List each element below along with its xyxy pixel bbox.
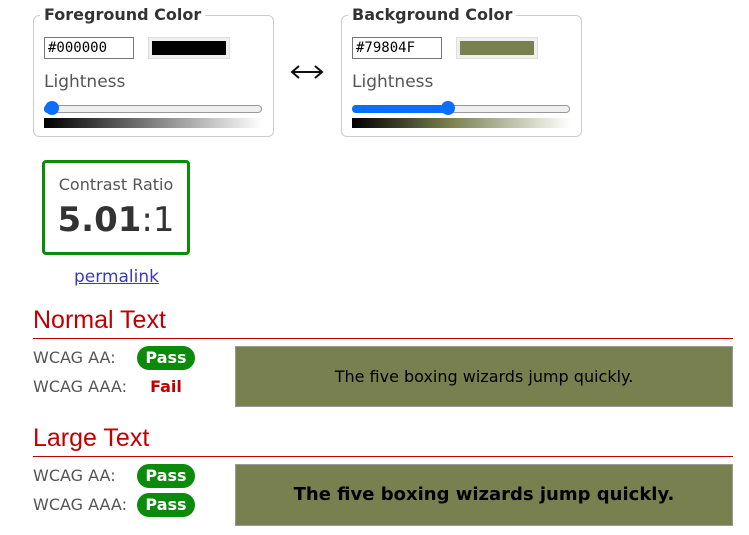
contrast-ratio-value: 5.01:1: [45, 200, 187, 240]
foreground-color-picker[interactable]: [148, 37, 230, 59]
normal-text-heading: Normal Text: [33, 306, 166, 334]
foreground-slider-thumb[interactable]: [45, 101, 59, 115]
foreground-swatch: [152, 41, 226, 55]
large-aa-pass-badge: Pass: [137, 464, 195, 488]
normal-aa-pass-badge: Pass: [137, 346, 195, 370]
contrast-ratio-label: Contrast Ratio: [58, 175, 174, 194]
normal-text-sample: The five boxing wizards jump quickly.: [235, 346, 733, 407]
contrast-ratio-box: Contrast Ratio 5.01:1: [42, 160, 190, 255]
normal-aaa-fail-result: Fail: [150, 377, 182, 396]
foreground-lightness-label: Lightness: [44, 72, 126, 92]
foreground-hex-input[interactable]: [44, 37, 134, 59]
background-hex-input[interactable]: [352, 37, 442, 59]
large-text-sample: The five boxing wizards jump quickly.: [235, 464, 733, 526]
contrast-ratio-number: 5.01: [57, 200, 142, 240]
foreground-color-panel: Foreground Color Lightness: [33, 5, 274, 137]
large-text-heading: Large Text: [33, 424, 150, 452]
large-text-divider: [33, 456, 733, 457]
background-color-picker[interactable]: [456, 37, 538, 59]
background-legend: Background Color: [348, 5, 517, 25]
background-lightness-label: Lightness: [352, 72, 434, 92]
large-aaa-pass-badge: Pass: [137, 493, 195, 517]
background-slider-thumb[interactable]: [440, 101, 455, 115]
background-lightness-gradient: [352, 118, 570, 128]
normal-aa-label: WCAG AA:: [33, 348, 116, 367]
background-slider-fill: [352, 105, 447, 113]
left-right-arrow-icon[interactable]: [288, 58, 326, 86]
background-lightness-slider[interactable]: [352, 101, 570, 115]
foreground-lightness-gradient: [44, 118, 262, 128]
large-aa-label: WCAG AA:: [33, 466, 116, 485]
permalink-link[interactable]: permalink: [74, 267, 159, 287]
background-color-panel: Background Color Lightness: [341, 5, 582, 137]
foreground-legend: Foreground Color: [40, 5, 206, 25]
foreground-lightness-slider[interactable]: [44, 101, 262, 115]
normal-aaa-label: WCAG AAA:: [33, 377, 127, 396]
normal-text-divider: [33, 338, 733, 339]
large-aaa-label: WCAG AAA:: [33, 495, 127, 514]
background-swatch: [460, 41, 534, 55]
contrast-ratio-suffix: :1: [141, 200, 175, 240]
